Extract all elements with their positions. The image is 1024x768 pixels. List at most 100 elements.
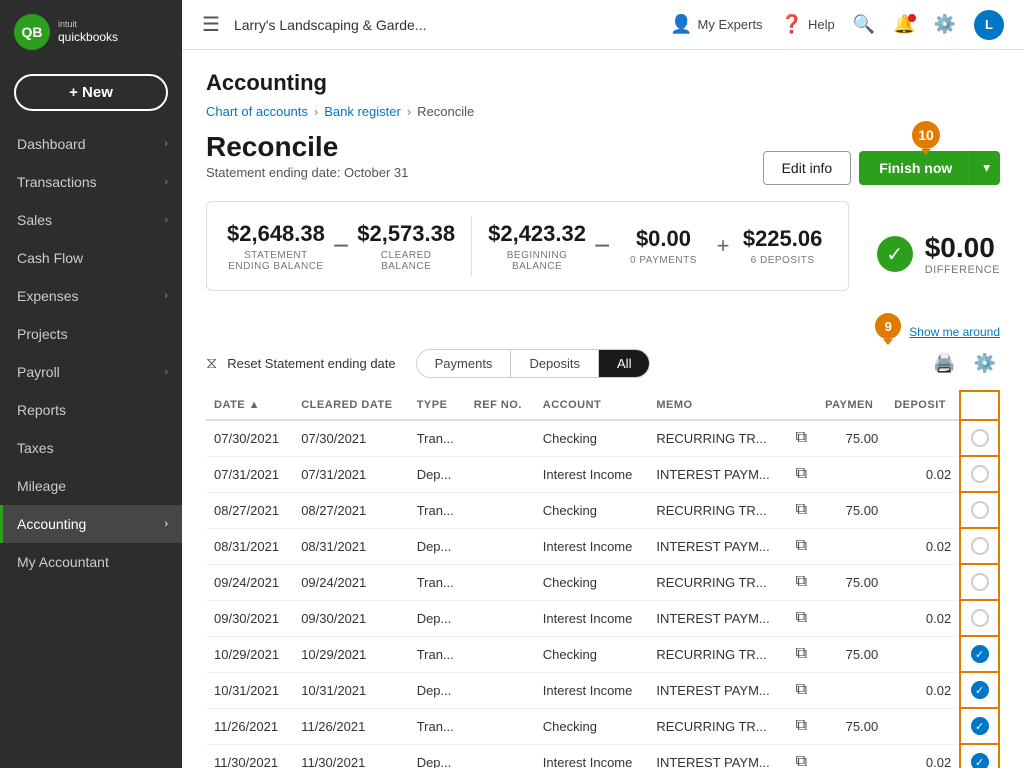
- cell-payment: 75.00: [817, 708, 886, 744]
- cell-checkbox[interactable]: [960, 456, 999, 492]
- sidebar-item-cashflow[interactable]: Cash Flow: [0, 239, 182, 277]
- cell-checkbox[interactable]: ✓: [960, 672, 999, 708]
- sidebar-item-taxes[interactable]: Taxes: [0, 429, 182, 467]
- cell-checkbox[interactable]: [960, 564, 999, 600]
- user-avatar[interactable]: L: [974, 10, 1004, 40]
- cell-copy[interactable]: ⧉: [788, 708, 818, 744]
- notification-dot: [908, 14, 916, 22]
- cell-copy[interactable]: ⧉: [788, 744, 818, 768]
- cell-checkbox[interactable]: [960, 600, 999, 636]
- sidebar-item-myaccountant[interactable]: My Accountant: [0, 543, 182, 581]
- table-row: 09/30/2021 09/30/2021 Dep... Interest In…: [206, 600, 999, 636]
- show-me-around-link[interactable]: Show me around: [909, 325, 1000, 339]
- breadcrumb-bank-register[interactable]: Bank register: [324, 104, 401, 119]
- cell-type: Tran...: [409, 420, 466, 456]
- cell-payment: [817, 744, 886, 768]
- transactions-table-container: DATE ▲ CLEARED DATE TYPE REF NO. ACCOUNT…: [206, 390, 1000, 768]
- cell-memo: INTEREST PAYM...: [648, 456, 787, 492]
- finish-now-dropdown-button[interactable]: ▾: [972, 151, 1000, 185]
- cleared-balance-amount: $2,573.38: [357, 221, 455, 247]
- table-row: 07/30/2021 07/30/2021 Tran... Checking R…: [206, 420, 999, 456]
- row-checkbox[interactable]: [971, 429, 989, 447]
- beginning-balance-amount: $2,423.32: [488, 221, 586, 247]
- sidebar-item-mileage[interactable]: Mileage: [0, 467, 182, 505]
- cell-date: 10/29/2021: [206, 636, 293, 672]
- print-icon[interactable]: 🖨️: [929, 349, 959, 378]
- col-cleared-date: CLEARED DATE: [293, 391, 408, 420]
- sidebar-item-payroll[interactable]: Payroll ›: [0, 353, 182, 391]
- new-button[interactable]: + New: [14, 74, 168, 111]
- cell-checkbox[interactable]: [960, 492, 999, 528]
- filter-tab-all[interactable]: All: [598, 350, 649, 377]
- filter-tab-deposits[interactable]: Deposits: [510, 350, 598, 377]
- cell-memo: INTEREST PAYM...: [648, 672, 787, 708]
- reset-statement-label[interactable]: Reset Statement ending date: [227, 356, 395, 371]
- cell-deposit: [886, 492, 960, 528]
- cell-deposit: 0.02: [886, 744, 960, 768]
- menu-icon[interactable]: ☰: [202, 12, 220, 37]
- search-icon[interactable]: 🔍: [853, 14, 875, 35]
- sidebar-item-expenses[interactable]: Expenses ›: [0, 277, 182, 315]
- cell-date: 10/31/2021: [206, 672, 293, 708]
- cell-date: 08/31/2021: [206, 528, 293, 564]
- cell-checkbox[interactable]: ✓: [960, 636, 999, 672]
- cell-copy[interactable]: ⧉: [788, 636, 818, 672]
- cell-checkbox[interactable]: [960, 528, 999, 564]
- sidebar-item-sales[interactable]: Sales ›: [0, 201, 182, 239]
- row-checkbox[interactable]: [971, 537, 989, 555]
- filter-icon[interactable]: ⧖: [206, 355, 217, 373]
- payments-amount: $0.00: [636, 226, 691, 252]
- cell-payment: [817, 672, 886, 708]
- row-checkbox[interactable]: [971, 465, 989, 483]
- cell-copy[interactable]: ⧉: [788, 492, 818, 528]
- col-date[interactable]: DATE ▲: [206, 391, 293, 420]
- cell-checkbox[interactable]: ✓: [960, 744, 999, 768]
- cell-checkbox[interactable]: [960, 420, 999, 456]
- cell-cleared: 11/30/2021: [293, 744, 408, 768]
- transactions-table: DATE ▲ CLEARED DATE TYPE REF NO. ACCOUNT…: [206, 390, 1000, 768]
- settings-icon[interactable]: ⚙️: [934, 14, 956, 35]
- help-button[interactable]: ❓ Help: [781, 14, 835, 35]
- chevron-right-icon: ›: [164, 214, 168, 226]
- balance-divider: [471, 216, 472, 276]
- cell-copy[interactable]: ⧉: [788, 600, 818, 636]
- cell-copy[interactable]: ⧉: [788, 456, 818, 492]
- row-checkbox[interactable]: [971, 501, 989, 519]
- cell-type: Dep...: [409, 528, 466, 564]
- breadcrumb-chart-of-accounts[interactable]: Chart of accounts: [206, 104, 308, 119]
- finish-now-button[interactable]: Finish now: [859, 151, 972, 185]
- cell-copy[interactable]: ⧉: [788, 564, 818, 600]
- sidebar-item-accounting[interactable]: Accounting ›: [0, 505, 182, 543]
- row-checkbox[interactable]: [971, 609, 989, 627]
- cell-copy[interactable]: ⧉: [788, 420, 818, 456]
- row-checkbox[interactable]: [971, 573, 989, 591]
- cleared-balance-block: $2,573.38 CLEARED BALANCE: [357, 221, 455, 272]
- sidebar-item-projects[interactable]: Projects: [0, 315, 182, 353]
- cell-type: Tran...: [409, 564, 466, 600]
- cell-account: Checking: [535, 420, 649, 456]
- table-row: 11/30/2021 11/30/2021 Dep... Interest In…: [206, 744, 999, 768]
- cell-copy[interactable]: ⧉: [788, 528, 818, 564]
- qb-logo-icon: QB: [14, 14, 50, 50]
- filter-tab-payments[interactable]: Payments: [417, 350, 511, 377]
- row-checkbox-checked[interactable]: ✓: [971, 645, 989, 663]
- sidebar-item-dashboard[interactable]: Dashboard ›: [0, 125, 182, 163]
- settings-table-icon[interactable]: ⚙️: [970, 349, 1000, 378]
- filter-bar: ⧖ Reset Statement ending date Payments D…: [206, 349, 1000, 378]
- beginning-balance-label: BEGINNING BALANCE: [488, 250, 586, 272]
- my-experts-button[interactable]: 👤 My Experts: [670, 14, 762, 35]
- row-checkbox-checked[interactable]: ✓: [971, 753, 989, 768]
- cell-copy[interactable]: ⧉: [788, 672, 818, 708]
- cell-account: Checking: [535, 492, 649, 528]
- cell-ref: [466, 564, 535, 600]
- edit-info-button[interactable]: Edit info: [763, 151, 852, 185]
- cell-checkbox[interactable]: ✓: [960, 708, 999, 744]
- notifications-icon[interactable]: 🔔: [893, 14, 915, 35]
- row-checkbox-checked[interactable]: ✓: [971, 681, 989, 699]
- cell-cleared: 07/31/2021: [293, 456, 408, 492]
- cell-payment: [817, 600, 886, 636]
- sidebar-item-reports[interactable]: Reports: [0, 391, 182, 429]
- sidebar-item-transactions[interactable]: Transactions ›: [0, 163, 182, 201]
- row-checkbox-checked[interactable]: ✓: [971, 717, 989, 735]
- main-content: ☰ Larry's Landscaping & Garde... 👤 My Ex…: [182, 0, 1024, 768]
